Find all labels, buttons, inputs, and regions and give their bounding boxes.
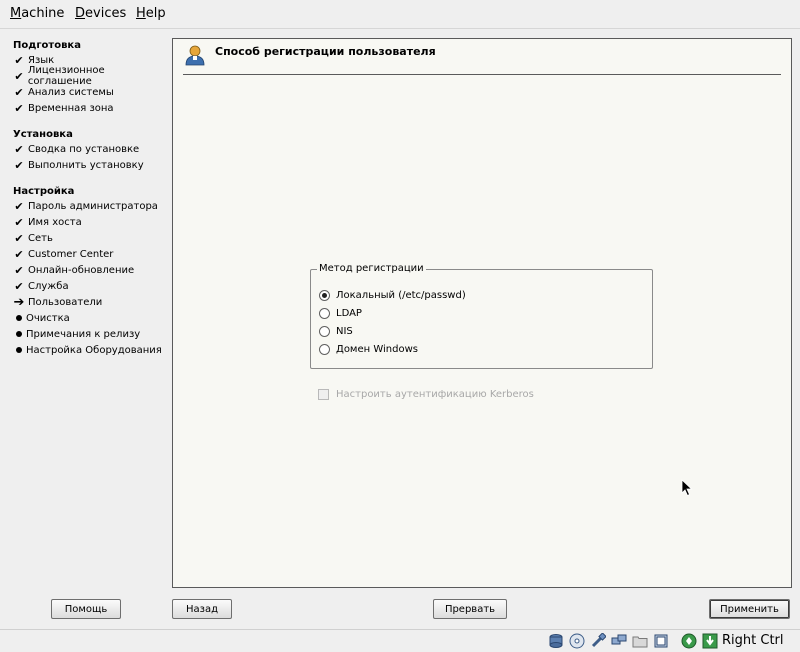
radio-button[interactable] — [319, 289, 330, 301]
step-cleanup: Очистка — [13, 311, 70, 325]
bullet-icon — [16, 347, 22, 353]
step-license: ✔ Лицензионное соглашение — [14, 65, 105, 87]
host-key-icon[interactable] — [702, 633, 718, 649]
checkmark-icon: ✔ — [14, 231, 24, 245]
step-release-notes: Примечания к релизу — [13, 327, 140, 341]
kerberos-checkbox — [318, 389, 329, 400]
step-customer-center: ✔ Customer Center — [14, 247, 114, 261]
step-time-zone: ✔ Временная зона — [14, 101, 114, 115]
menu-devices[interactable]: Devices — [75, 6, 126, 21]
menu-machine[interactable]: Machine — [10, 6, 64, 21]
apply-button[interactable]: Применить — [709, 599, 790, 619]
back-button[interactable]: Назад — [172, 599, 232, 619]
abort-button[interactable]: Прервать — [433, 599, 507, 619]
step-hostname: ✔ Имя хоста — [14, 215, 82, 229]
section-title-configuration: Настройка — [13, 186, 75, 197]
help-button[interactable]: Помощь — [51, 599, 121, 619]
checkmark-icon: ✔ — [14, 69, 24, 83]
step-online-update: ✔ Онлайн-обновление — [14, 263, 135, 277]
step-perform-install: ✔ Выполнить установку — [14, 158, 144, 172]
group-label: Метод регистрации — [317, 263, 426, 274]
radio-button[interactable] — [319, 307, 330, 319]
shared-folder-icon[interactable] — [632, 633, 648, 649]
radio-local[interactable]: Локальный (/etc/passwd) — [319, 287, 466, 303]
checkmark-icon: ✔ — [14, 279, 24, 293]
menu-bar: Machine Devices Help — [0, 0, 800, 29]
checkmark-icon: ✔ — [14, 53, 24, 67]
radio-windows-domain[interactable]: Домен Windows — [319, 341, 418, 357]
vm-status-bar: Right Ctrl — [0, 629, 800, 652]
checkmark-icon: ✔ — [14, 142, 24, 156]
section-title-installation: Установка — [13, 129, 73, 140]
hard-disk-icon[interactable] — [548, 633, 564, 649]
kerberos-checkbox-row: Настроить аутентификацию Kerberos — [318, 389, 534, 400]
bullet-icon — [16, 331, 22, 337]
checkmark-icon: ✔ — [14, 263, 24, 277]
optical-drive-icon[interactable] — [569, 633, 585, 649]
step-hardware-config: Настройка Оборудования — [13, 343, 162, 357]
installation-steps-sidebar: Подготовка ✔ Язык ✔ Лицензионное соглашени… — [0, 30, 170, 590]
checkmark-icon: ✔ — [14, 247, 24, 261]
section-title-preparation: Подготовка — [13, 40, 81, 51]
title-divider — [183, 74, 781, 75]
mouse-pointer-icon — [681, 479, 693, 497]
bullet-icon — [16, 315, 22, 321]
content-panel: Способ регистрации пользователя Метод ре… — [172, 38, 792, 588]
kerberos-label: Настроить аутентификацию Kerberos — [336, 389, 534, 400]
radio-ldap[interactable]: LDAP — [319, 305, 362, 321]
step-install-summary: ✔ Сводка по установке — [14, 142, 140, 156]
checkmark-icon: ✔ — [14, 85, 24, 99]
user-icon — [185, 45, 205, 66]
step-network: ✔ Сеть — [14, 231, 53, 245]
checkmark-icon: ✔ — [14, 101, 24, 115]
registration-method-group: Метод регистрации Локальный (/etc/passwd… — [310, 263, 653, 369]
checkmark-icon: ✔ — [14, 215, 24, 229]
network-icon[interactable] — [611, 633, 627, 649]
host-key-label: Right Ctrl — [722, 633, 784, 648]
page-title: Способ регистрации пользователя — [215, 45, 436, 58]
radio-nis[interactable]: NIS — [319, 323, 353, 339]
radio-button[interactable] — [319, 325, 330, 337]
menu-help[interactable]: Help — [136, 6, 166, 21]
step-service: ✔ Служба — [14, 279, 69, 293]
arrow-right-icon: ➔ — [13, 294, 25, 310]
step-system-analysis: ✔ Анализ системы — [14, 85, 114, 99]
checkmark-icon: ✔ — [14, 199, 24, 213]
mouse-integration-icon[interactable] — [681, 633, 697, 649]
step-users-current: ➔ Пользователи — [13, 294, 103, 310]
display-icon[interactable] — [653, 633, 669, 649]
radio-button[interactable] — [319, 343, 330, 355]
step-root-password: ✔ Пароль администратора — [14, 199, 158, 213]
checkmark-icon: ✔ — [14, 158, 24, 172]
usb-icon[interactable] — [590, 633, 606, 649]
